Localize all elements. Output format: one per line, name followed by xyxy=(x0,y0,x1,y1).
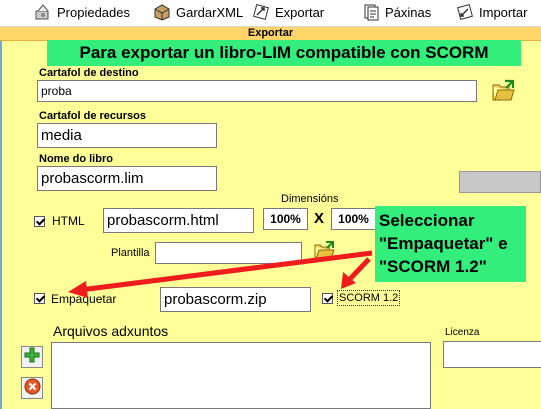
annotation-arrows xyxy=(68,250,373,298)
arrow-to-scorm xyxy=(341,257,371,289)
arrow-to-package xyxy=(68,250,373,298)
